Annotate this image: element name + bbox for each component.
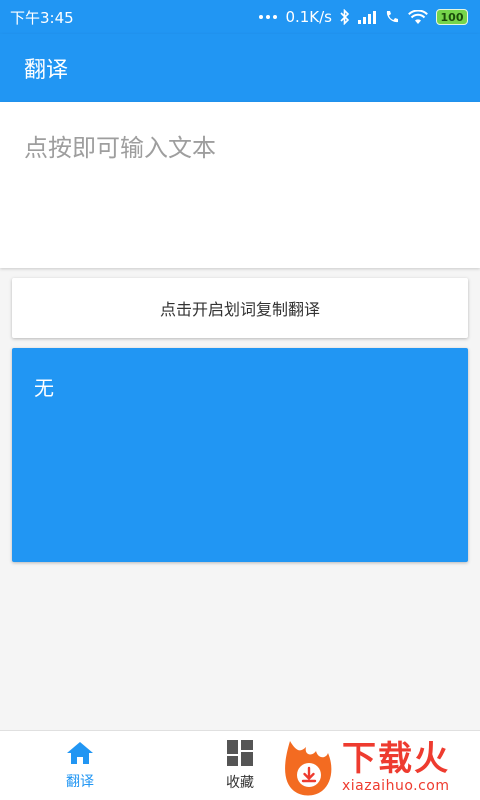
nav-item-translate[interactable]: 翻译 bbox=[0, 731, 160, 800]
status-time: 下午3:45 bbox=[10, 8, 74, 27]
text-input-area[interactable]: 点按即可输入文本 bbox=[0, 102, 480, 268]
translation-result-text: 无 bbox=[34, 376, 54, 400]
wifi-icon bbox=[408, 9, 428, 24]
watermark-cn: 下载火 bbox=[342, 739, 450, 779]
signal-icon bbox=[358, 11, 376, 24]
home-icon bbox=[67, 742, 93, 764]
more-dots-icon bbox=[259, 15, 278, 19]
watermark-en: xiazaihuo.com bbox=[342, 778, 450, 794]
watermark-logo: 下载火 xiazaihuo.com bbox=[282, 736, 478, 798]
input-placeholder: 点按即可输入文本 bbox=[24, 134, 216, 162]
call-icon bbox=[386, 11, 398, 23]
battery-icon: 100 bbox=[436, 9, 468, 25]
app-bar: 翻译 bbox=[0, 34, 480, 102]
app-root: 下午3:45 0.1K/s 100 翻译 点按即可输入文本 点击开启划词复制翻译… bbox=[0, 0, 480, 800]
dashboard-icon bbox=[227, 740, 253, 766]
bluetooth-icon bbox=[340, 9, 350, 25]
watermark-text: 下载火 xiazaihuo.com bbox=[342, 740, 450, 794]
toggle-copy-translate-label: 点击开启划词复制翻译 bbox=[159, 300, 320, 319]
toggle-copy-translate-button[interactable]: 点击开启划词复制翻译 bbox=[12, 278, 468, 338]
status-bar: 下午3:45 0.1K/s 100 bbox=[0, 0, 480, 34]
status-icons: 0.1K/s 100 bbox=[259, 8, 468, 26]
network-speed: 0.1K/s bbox=[285, 8, 332, 26]
nav-label-favorites: 收藏 bbox=[226, 775, 254, 791]
flame-logo-icon bbox=[285, 741, 332, 796]
page-title: 翻译 bbox=[24, 58, 69, 83]
translation-result-card: 无 bbox=[12, 348, 468, 562]
nav-label-translate: 翻译 bbox=[66, 774, 94, 790]
